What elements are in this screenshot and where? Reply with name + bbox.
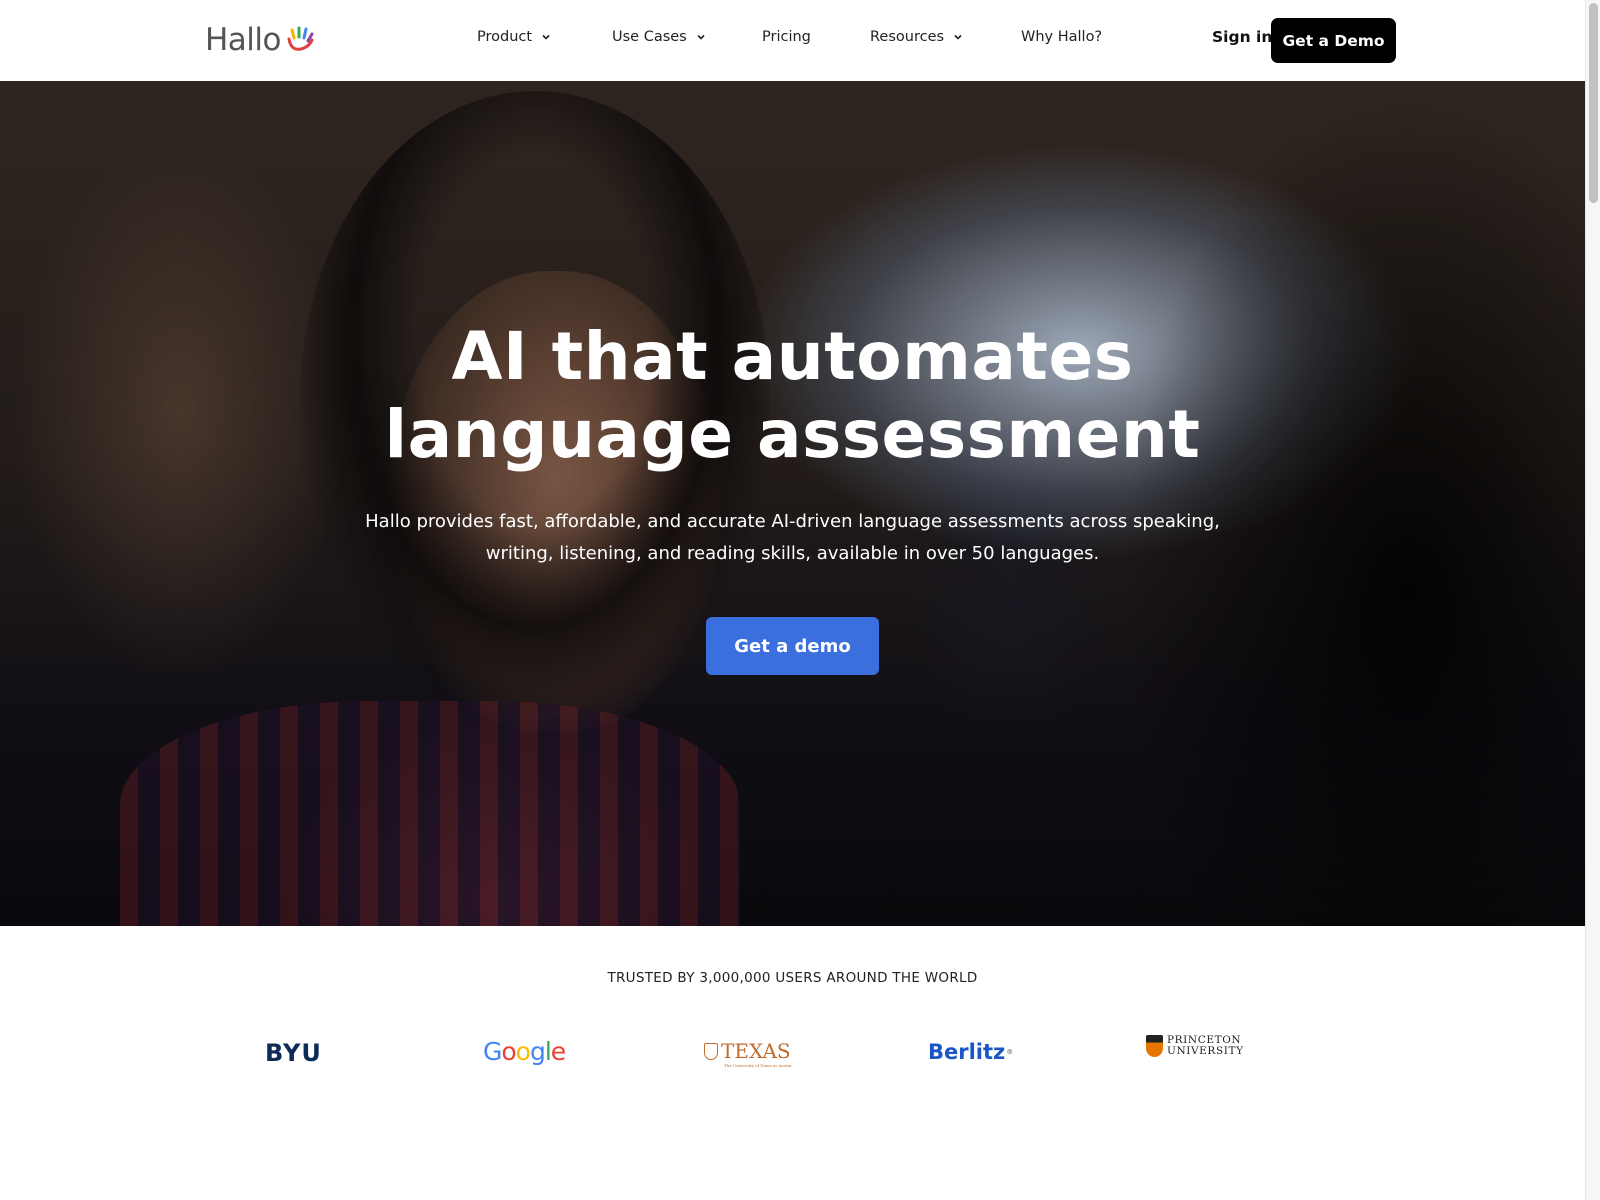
berlitz-logo: Berlitz ®	[928, 1040, 1013, 1064]
berlitz-logo-text: Berlitz	[928, 1040, 1006, 1064]
byu-logo-text: BYU	[265, 1039, 322, 1067]
nav-pricing-label: Pricing	[762, 29, 811, 45]
hero-overlay	[0, 81, 1585, 926]
texas-logo-text: TEXAS	[721, 1039, 791, 1063]
hero-title-line-1: AI that automates	[451, 318, 1134, 395]
chevron-down-icon	[542, 34, 550, 40]
get-a-demo-hero-button[interactable]: Get a demo	[706, 617, 879, 675]
nav-use-cases-label: Use Cases	[612, 29, 687, 45]
texas-tagline: The University of Texas at Austin	[724, 1063, 792, 1068]
trusted-by-heading: TRUSTED BY 3,000,000 USERS AROUND THE WO…	[607, 970, 978, 986]
nav-product-label: Product	[477, 29, 533, 45]
nav-product[interactable]: Product	[477, 29, 551, 45]
nav-pricing[interactable]: Pricing	[762, 29, 811, 45]
sign-in-link[interactable]: Sign in	[1212, 28, 1272, 46]
hero-title: AI that automates language assessment	[0, 318, 1585, 474]
hero-section: AI that automates language assessment Ha…	[0, 81, 1585, 926]
google-logo: Google	[483, 1037, 566, 1066]
hallo-logo[interactable]: Hallo	[205, 22, 315, 58]
nav-resources-label: Resources	[870, 29, 945, 45]
princeton-line-2: UNIVERSITY	[1167, 1045, 1244, 1057]
byu-logo: BYU	[265, 1039, 322, 1067]
google-letter: o	[501, 1037, 516, 1066]
princeton-logo: PRINCETON UNIVERSITY	[1146, 1035, 1244, 1057]
google-letter: g	[529, 1037, 546, 1066]
registered-mark: ®	[1006, 1048, 1014, 1056]
hero-subtitle: Hallo provides fast, affordable, and acc…	[365, 511, 1220, 564]
texas-logo: TEXAS The University of Texas at Austin	[704, 1039, 791, 1068]
texas-shield-icon	[704, 1042, 718, 1060]
logo-text: Hallo	[205, 22, 282, 58]
waving-hand-icon	[287, 26, 314, 51]
nav-why-hallo[interactable]: Why Hallo?	[1021, 29, 1102, 45]
hero-title-line-2: language assessment	[384, 396, 1201, 473]
page-scrollbar[interactable]	[1585, 0, 1600, 1200]
chevron-down-icon	[954, 34, 962, 40]
chevron-down-icon	[697, 34, 705, 40]
google-letter: e	[550, 1037, 566, 1066]
google-letter: G	[483, 1037, 502, 1066]
get-a-demo-header-button[interactable]: Get a Demo	[1271, 18, 1396, 63]
scrollbar-thumb[interactable]	[1589, 3, 1598, 203]
nav-resources[interactable]: Resources	[870, 29, 963, 45]
google-letter: o	[515, 1037, 531, 1066]
princeton-shield-icon	[1146, 1035, 1163, 1057]
site-header: Hallo Product Use Cases Pricing Resource…	[0, 0, 1585, 81]
nav-why-hallo-label: Why Hallo?	[1021, 29, 1103, 45]
client-logos: BYU Google TEXAS The University of Texas…	[0, 1035, 1585, 1075]
princeton-logo-text: PRINCETON UNIVERSITY	[1167, 1035, 1244, 1057]
page: Hallo Product Use Cases Pricing Resource…	[0, 0, 1585, 1200]
nav-use-cases[interactable]: Use Cases	[612, 29, 706, 45]
